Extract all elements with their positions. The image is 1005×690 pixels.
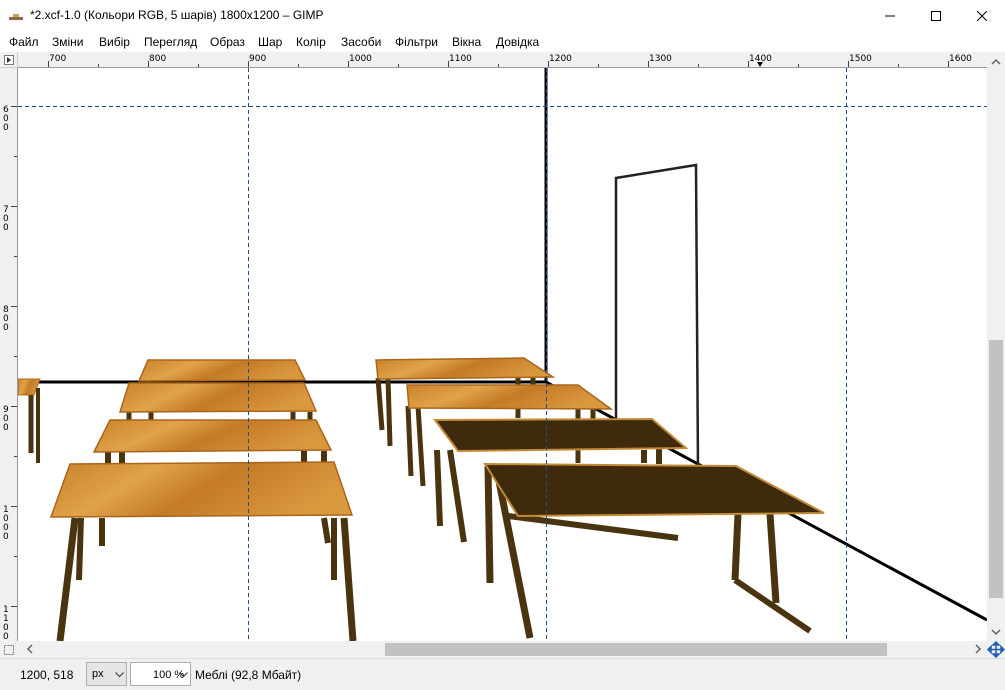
gimp-icon (9, 14, 23, 20)
vertical-scrollbar[interactable] (987, 52, 1005, 641)
triangle-right-icon (4, 55, 14, 65)
desk-left-edge (18, 378, 41, 463)
maximize-button[interactable] (913, 0, 959, 32)
ruler-label: 1600 (949, 54, 972, 64)
ruler-label: 800 (3, 305, 9, 333)
vertical-ruler-ticks (11, 106, 17, 607)
menu-view[interactable]: Перегляд (144, 35, 197, 49)
menu-bar: Файл Зміни Вибір Перегляд Образ Шар Колі… (0, 32, 1005, 52)
menu-edit[interactable]: Зміни (52, 35, 84, 49)
close-button[interactable] (959, 0, 1005, 32)
ruler-label: 1400 (749, 54, 772, 64)
ruler-label: 900 (249, 54, 267, 64)
guides (18, 68, 987, 641)
ruler-label: 1300 (649, 54, 672, 64)
chevron-down-icon (179, 672, 188, 678)
ruler-label: 1000 (349, 54, 372, 64)
minimize-icon (885, 15, 895, 17)
menu-color[interactable]: Колір (296, 35, 326, 49)
ruler-label: 1100 (3, 605, 9, 642)
ruler-label: 900 (3, 405, 9, 433)
ruler-corner-button[interactable] (0, 52, 18, 68)
desk-front-right (483, 462, 825, 639)
desk-row3-left (92, 419, 333, 466)
close-icon (977, 11, 987, 21)
title-bar: *2.xcf-1.0 (Кольори RGB, 5 шарів) 1800x1… (0, 0, 1005, 32)
pointer-coordinates: 1200, 518 (20, 668, 74, 682)
menu-help[interactable]: Довідка (496, 35, 539, 49)
horizontal-scrollbar-graphics (4, 640, 1005, 659)
unit-value: px (92, 668, 104, 680)
horizontal-ruler[interactable]: 700 800 900 1000 1100 1200 1300 1400 150… (18, 52, 987, 68)
menu-filters[interactable]: Фільтри (395, 35, 438, 49)
status-bar: 1200, 518 px 100 % Меблі (92,8 Мбайт) (0, 658, 1005, 690)
ruler-label: 700 (3, 205, 9, 233)
menu-windows[interactable]: Вікна (452, 35, 481, 49)
room-lines (18, 68, 987, 622)
menu-file[interactable]: Файл (9, 35, 39, 49)
vertical-scrollbar-graphics (989, 58, 1003, 636)
menu-layer[interactable]: Шар (258, 35, 282, 49)
status-message: Меблі (92,8 Мбайт) (195, 668, 302, 682)
image-canvas[interactable] (18, 68, 987, 641)
ruler-label: 600 (3, 105, 9, 133)
chevron-down-icon (115, 672, 124, 678)
minimize-button[interactable] (867, 0, 913, 32)
menu-image[interactable]: Образ (210, 35, 245, 49)
desk-front-left (49, 461, 357, 641)
ruler-label: 700 (49, 54, 67, 64)
window-title: *2.xcf-1.0 (Кольори RGB, 5 шарів) 1800x1… (30, 8, 324, 22)
ruler-label: 1000 (3, 505, 9, 542)
classroom-drawing (18, 68, 987, 641)
menu-tools[interactable]: Засоби (341, 35, 381, 49)
unit-dropdown[interactable]: px (86, 662, 127, 686)
ruler-label: 800 (149, 54, 167, 64)
vertical-ruler[interactable]: 600 700 800 900 1000 1100 (0, 68, 18, 641)
maximize-icon (931, 11, 941, 21)
ruler-label: 1200 (549, 54, 572, 64)
zoom-dropdown[interactable]: 100 % (130, 662, 191, 686)
menu-select[interactable]: Вибір (99, 35, 130, 49)
horizontal-scrollbar[interactable] (0, 640, 1005, 659)
ruler-label: 1500 (849, 54, 872, 64)
ruler-label: 1100 (449, 54, 472, 64)
